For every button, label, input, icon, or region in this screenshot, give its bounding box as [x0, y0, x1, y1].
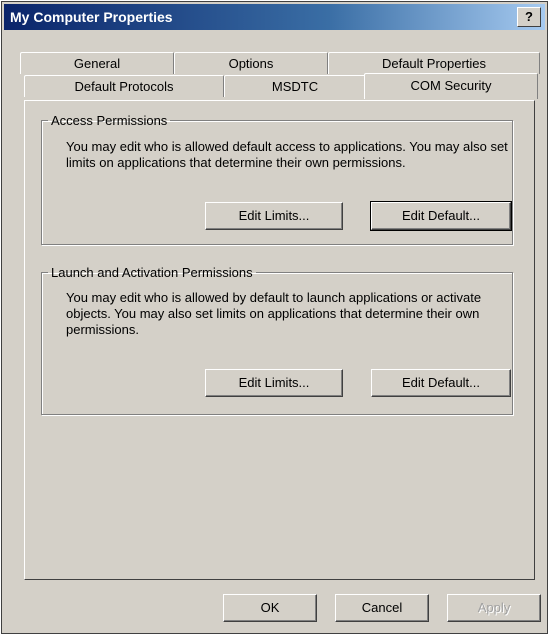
com-security-panel: Access Permissions You may edit who is a… [24, 100, 535, 580]
launch-activation-title: Launch and Activation Permissions [51, 265, 253, 280]
title-bar[interactable]: My Computer Properties ? [4, 4, 545, 30]
properties-dialog: My Computer Properties ? General Options… [1, 1, 548, 634]
help-button[interactable]: ? [517, 7, 541, 27]
access-permissions-description: You may edit who is allowed default acce… [66, 139, 508, 170]
access-edit-limits-button[interactable]: Edit Limits... [205, 202, 343, 230]
tab-msdtc[interactable]: MSDTC [224, 75, 366, 97]
tab-general[interactable]: General [20, 52, 174, 74]
launch-edit-default-button[interactable]: Edit Default... [371, 369, 511, 397]
access-permissions-title: Access Permissions [51, 113, 168, 128]
access-edit-default-button[interactable]: Edit Default... [370, 201, 512, 231]
cancel-button[interactable]: Cancel [335, 594, 429, 622]
tab-options[interactable]: Options [174, 52, 328, 74]
apply-button[interactable]: Apply [447, 594, 541, 622]
ok-button[interactable]: OK [223, 594, 317, 622]
launch-edit-limits-button[interactable]: Edit Limits... [205, 369, 343, 397]
launch-activation-description: You may edit who is allowed by default t… [66, 290, 482, 337]
tab-com-security[interactable]: COM Security [364, 73, 538, 99]
tab-default-properties[interactable]: Default Properties [328, 52, 540, 74]
tab-default-protocols[interactable]: Default Protocols [24, 75, 224, 97]
window-title: My Computer Properties [10, 9, 173, 25]
